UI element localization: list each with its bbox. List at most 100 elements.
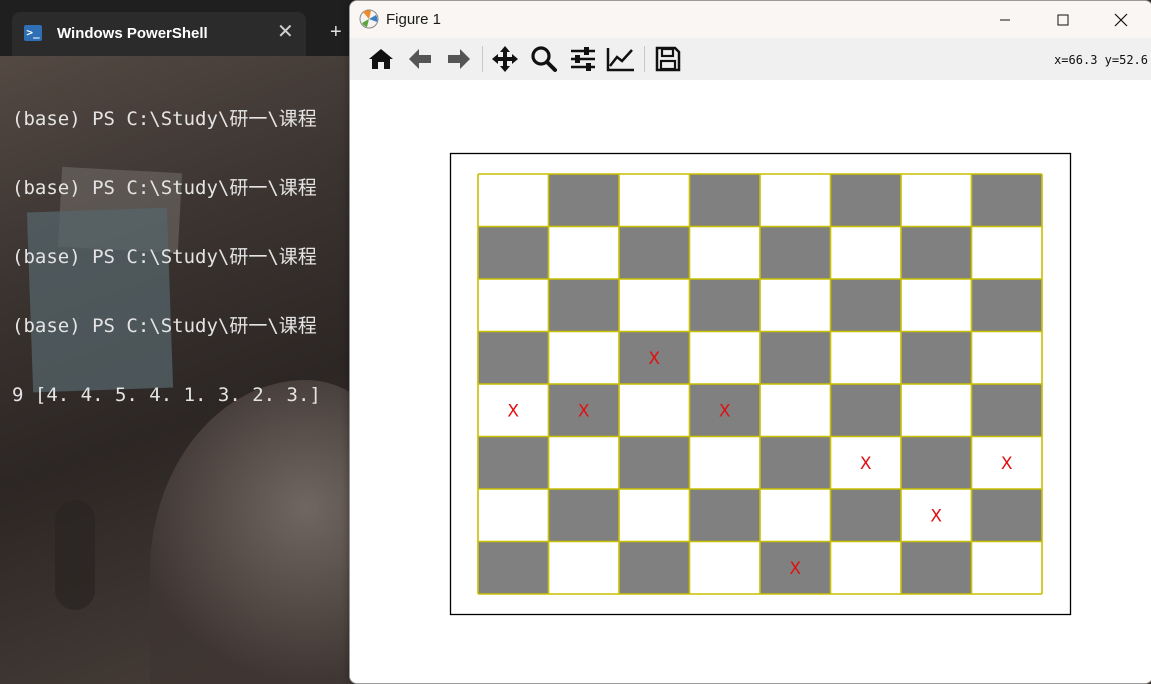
- board-cell: [478, 174, 549, 227]
- powershell-window[interactable]: >_ Windows PowerShell ✕ + (base) PS C:\S…: [0, 0, 360, 684]
- close-icon: [1114, 13, 1128, 26]
- board-cell: [971, 279, 1042, 332]
- board-cell: [760, 489, 831, 542]
- forward-arrow-icon: [448, 49, 470, 69]
- board-cell: [478, 279, 549, 332]
- board-cell: [971, 331, 1042, 384]
- close-tab-icon[interactable]: ✕: [277, 20, 294, 44]
- minimize-button[interactable]: [976, 1, 1034, 38]
- board-cell: [689, 541, 760, 594]
- save-button[interactable]: [652, 44, 684, 74]
- board-cell: [760, 331, 831, 384]
- console-output[interactable]: (base) PS C:\Study\研一\课程 (base) PS C:\St…: [12, 62, 360, 453]
- board-cell: [760, 226, 831, 279]
- board-cell: [830, 174, 901, 227]
- forward-button[interactable]: [443, 44, 475, 74]
- toolbar-separator: [482, 46, 483, 72]
- queen-mark: X: [719, 401, 731, 421]
- back-arrow-icon: [409, 49, 431, 69]
- queen-mark: X: [789, 559, 801, 579]
- board-cell: [971, 384, 1042, 437]
- console-line: (base) PS C:\Study\研一\课程: [12, 315, 317, 337]
- board-cell: [901, 279, 972, 332]
- save-icon: [655, 46, 681, 72]
- board-cell: [548, 174, 619, 227]
- board-cell: [478, 331, 549, 384]
- board-cell: [478, 436, 549, 489]
- board-cell: [760, 436, 831, 489]
- new-tab-icon[interactable]: +: [330, 20, 342, 44]
- window-title: Figure 1: [386, 11, 442, 28]
- queen-mark: X: [930, 506, 942, 526]
- board-cell: [901, 384, 972, 437]
- board-cell: [760, 384, 831, 437]
- zoom-icon: [531, 46, 557, 72]
- console-line: (base) PS C:\Study\研一\课程: [12, 108, 317, 130]
- board-cell: [830, 226, 901, 279]
- console-line: (base) PS C:\Study\研一\课程: [12, 177, 317, 199]
- navigation-toolbar: x=66.3 y=52.6: [350, 38, 1151, 81]
- back-button[interactable]: [404, 44, 436, 74]
- close-button[interactable]: [1092, 1, 1150, 38]
- board-cell: [619, 226, 690, 279]
- board-cell: [548, 489, 619, 542]
- home-icon: [369, 49, 393, 69]
- minimize-icon: [1000, 19, 1010, 20]
- board-cell: [901, 331, 972, 384]
- board-cell: [619, 489, 690, 542]
- board-cell: [478, 226, 549, 279]
- configure-subplots-icon: [571, 47, 595, 71]
- queen-mark: X: [578, 401, 590, 421]
- cursor-coordinates: x=66.3 y=52.6: [1054, 53, 1148, 67]
- figure-canvas[interactable]: X X X X X X X X: [350, 80, 1151, 683]
- figure-window[interactable]: Figure 1 x=66.3 y=52.6 X X X X X X X X: [349, 0, 1151, 684]
- pan-button[interactable]: [489, 44, 521, 74]
- board-cell: [478, 541, 549, 594]
- chessboard-plot[interactable]: X X X X X X X X: [350, 80, 1151, 683]
- board-cell: [548, 226, 619, 279]
- maximize-icon: [1057, 14, 1069, 25]
- board-cell: [619, 541, 690, 594]
- board-cell: [689, 436, 760, 489]
- board-cell: [971, 226, 1042, 279]
- pan-icon: [492, 46, 518, 72]
- board-cell: [689, 489, 760, 542]
- maximize-button[interactable]: [1034, 1, 1092, 38]
- configure-subplots-button[interactable]: [567, 44, 599, 74]
- board-cell: [901, 174, 972, 227]
- board-cell: [971, 174, 1042, 227]
- board-cell: [548, 541, 619, 594]
- board-cell: [830, 541, 901, 594]
- matplotlib-app-icon: [359, 9, 379, 29]
- board-cell: [971, 489, 1042, 542]
- board-cell: [619, 279, 690, 332]
- board-cell: [760, 174, 831, 227]
- board-cell: [901, 436, 972, 489]
- board-cell: [830, 331, 901, 384]
- tab-windows-powershell[interactable]: >_ Windows PowerShell ✕: [12, 12, 306, 56]
- powershell-icon: >_: [24, 25, 42, 41]
- queen-mark: X: [860, 454, 872, 474]
- board-cell: [619, 436, 690, 489]
- board-cell: [830, 279, 901, 332]
- board-cell: [830, 384, 901, 437]
- home-button[interactable]: [365, 44, 397, 74]
- board-cell: [689, 279, 760, 332]
- toolbar-separator: [644, 46, 645, 72]
- edit-axes-button[interactable]: [605, 44, 637, 74]
- queen-mark: X: [507, 401, 519, 421]
- powershell-titlebar[interactable]: >_ Windows PowerShell ✕ +: [0, 0, 360, 56]
- board-cell: [971, 541, 1042, 594]
- board-cell: [689, 331, 760, 384]
- board-cell: [901, 541, 972, 594]
- zoom-button[interactable]: [528, 44, 560, 74]
- queen-mark: X: [1001, 454, 1013, 474]
- edit-axes-icon: [606, 48, 634, 72]
- board-cell: [901, 226, 972, 279]
- tab-title: Windows PowerShell: [57, 25, 208, 42]
- queen-mark: X: [648, 349, 660, 369]
- console-line: 9 [4. 4. 5. 4. 1. 3. 2. 3.]: [12, 384, 321, 406]
- board-cell: [689, 174, 760, 227]
- figure-titlebar[interactable]: Figure 1: [350, 1, 1151, 38]
- board-cell: [548, 331, 619, 384]
